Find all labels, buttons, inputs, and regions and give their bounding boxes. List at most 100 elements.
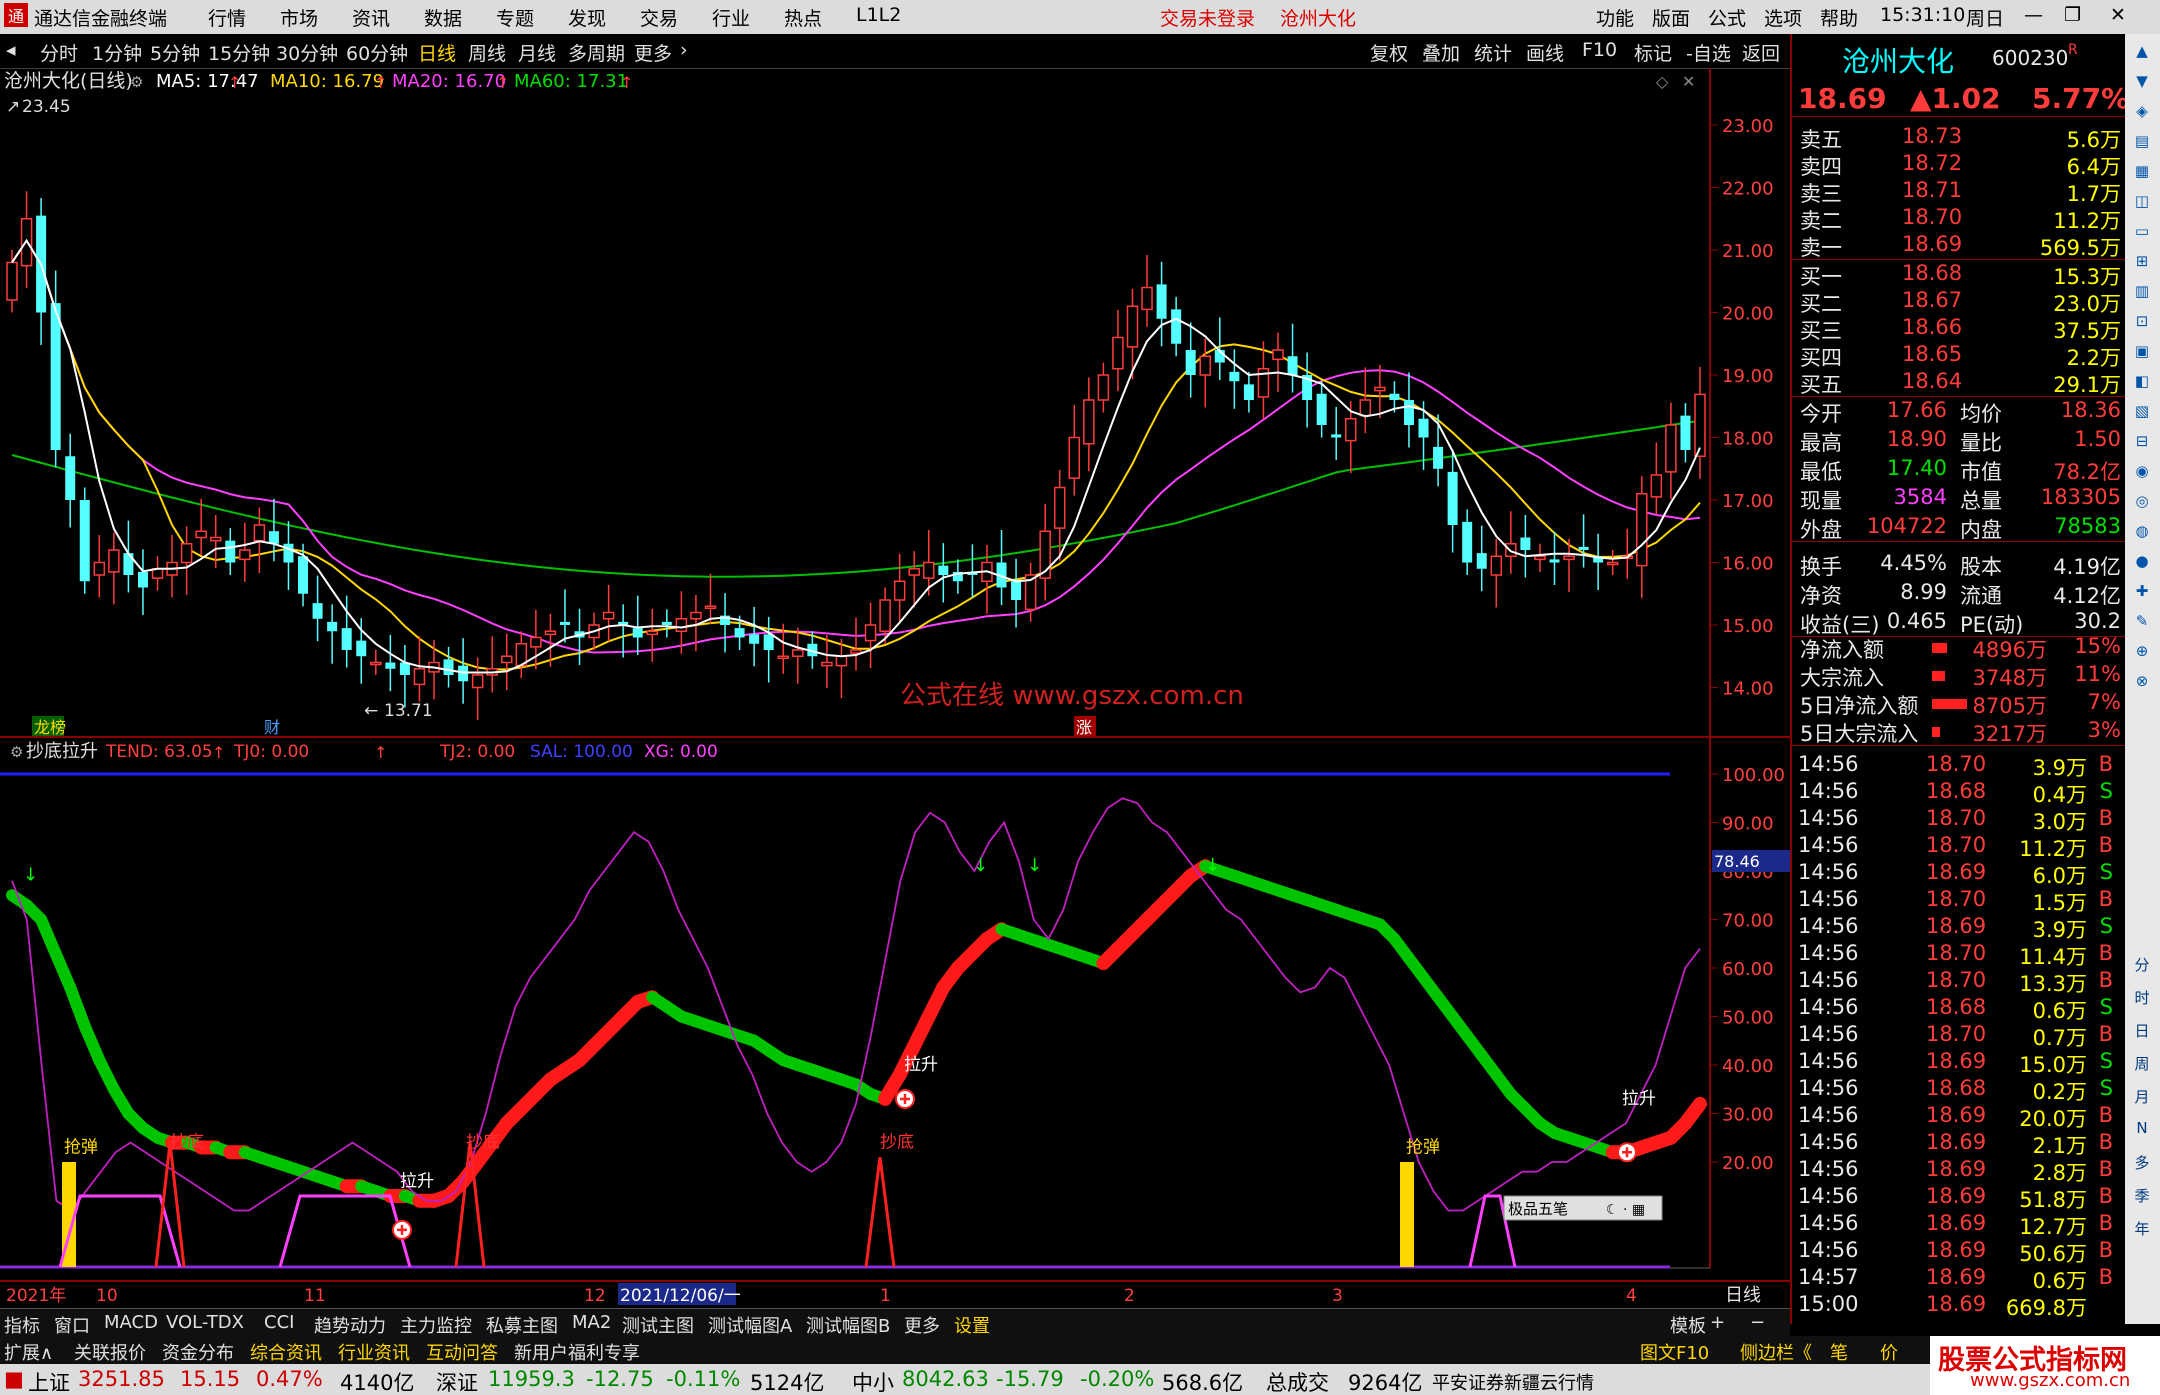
side-tool-icon[interactable]: ⊕	[2130, 642, 2154, 666]
period-30min[interactable]: 30分钟	[276, 39, 338, 66]
menu-shichang[interactable]: 市场	[280, 4, 318, 31]
tab-control[interactable]: +	[1710, 1312, 1725, 1333]
menu-l1l2[interactable]: L1L2	[856, 4, 901, 26]
side-tool-icon[interactable]: ▤	[2130, 132, 2154, 156]
info-tab[interactable]: 行业资讯	[338, 1339, 410, 1365]
menu-xuanxiang[interactable]: 选项	[1764, 4, 1802, 31]
btn-biaoji[interactable]: 标记	[1634, 39, 1672, 66]
sz-label[interactable]: 深证	[436, 1367, 478, 1395]
side-period-icon[interactable]: 时	[2130, 987, 2154, 1011]
side-tool-icon[interactable]: ▥	[2130, 282, 2154, 306]
side-tool-icon[interactable]: ●	[2130, 552, 2154, 576]
period-15min[interactable]: 15分钟	[208, 39, 270, 66]
side-period-icon[interactable]: 年	[2130, 1218, 2154, 1242]
menu-shuju[interactable]: 数据	[424, 4, 462, 31]
indicator-tab[interactable]: 测试幅图B	[806, 1312, 890, 1338]
side-tool-icon[interactable]: ⊡	[2130, 312, 2154, 336]
menu-redian[interactable]: 热点	[784, 4, 822, 31]
panel-tab[interactable]: 侧边栏《	[1740, 1339, 1812, 1365]
btn-huaxian[interactable]: 画线	[1526, 39, 1564, 66]
side-tool-icon[interactable]: ▲	[2130, 42, 2154, 66]
more-chevron-icon[interactable]: ›	[680, 39, 688, 61]
period-60min[interactable]: 60分钟	[346, 39, 408, 66]
info-tab[interactable]: 资金分布	[162, 1339, 234, 1365]
indicator-tab[interactable]: 私募主图	[486, 1312, 558, 1338]
menu-banmian[interactable]: 版面	[1652, 4, 1690, 31]
cai-marker[interactable]: 财	[264, 718, 280, 737]
side-tool-icon[interactable]: ⊞	[2130, 252, 2154, 276]
minimize-icon[interactable]: —	[2024, 4, 2043, 26]
side-tool-icon[interactable]: ◉	[2130, 462, 2154, 486]
btn-tongji[interactable]: 统计	[1474, 39, 1512, 66]
indicator-settings-icon[interactable]: ⚙	[10, 743, 23, 761]
ime-moon-icon[interactable]: ☾ · ▦	[1606, 1202, 1645, 1218]
side-period-icon[interactable]: 季	[2130, 1185, 2154, 1209]
side-tool-icon[interactable]: ◫	[2130, 192, 2154, 216]
side-tool-icon[interactable]: ▦	[2130, 162, 2154, 186]
indicator-tab[interactable]: 主力监控	[400, 1312, 472, 1338]
indicator-tab[interactable]: 更多	[904, 1312, 940, 1338]
side-tool-icon[interactable]: ◈	[2130, 102, 2154, 126]
side-tool-icon[interactable]: ✎	[2130, 612, 2154, 636]
btn-fuquan[interactable]: 复权	[1370, 39, 1408, 66]
tab-control[interactable]: −	[1750, 1312, 1765, 1333]
menu-zhuanti[interactable]: 专题	[496, 4, 534, 31]
info-tab[interactable]: 新用户福利专享	[514, 1339, 640, 1365]
login-notice[interactable]: 交易未登录	[1160, 4, 1255, 31]
close-icon[interactable]: ✕	[2110, 4, 2126, 26]
side-tool-icon[interactable]: ✚	[2130, 582, 2154, 606]
indicator-tab[interactable]: 设置	[954, 1312, 990, 1338]
period-month[interactable]: 月线	[518, 39, 556, 66]
chart-close-icon[interactable]: ✕	[1682, 72, 1695, 91]
menu-bangzhu[interactable]: 帮助	[1820, 4, 1858, 31]
btn-zixuan[interactable]: -自选	[1686, 39, 1731, 66]
indicator-tab[interactable]: VOL-TDX	[166, 1312, 244, 1333]
side-period-icon[interactable]: 日	[2130, 1020, 2154, 1044]
period-1min[interactable]: 1分钟	[92, 39, 142, 66]
menu-jiaoyi[interactable]: 交易	[640, 4, 678, 31]
indicator-tab[interactable]: 测试幅图A	[708, 1312, 792, 1338]
restore-icon[interactable]: ❐	[2064, 4, 2081, 26]
tab-control[interactable]: 模板	[1670, 1312, 1706, 1338]
indicator-tab[interactable]: 指标	[4, 1312, 40, 1338]
menu-faxian[interactable]: 发现	[568, 4, 606, 31]
toolbar-collapse-icon[interactable]: ◂	[6, 39, 16, 61]
indicator-tab[interactable]: 趋势动力	[314, 1312, 386, 1338]
side-period-icon[interactable]: 多	[2130, 1152, 2154, 1176]
diamond-icon[interactable]: ◇	[1656, 72, 1669, 91]
period-5min[interactable]: 5分钟	[150, 39, 200, 66]
side-tool-icon[interactable]: ◍	[2130, 522, 2154, 546]
ime-label[interactable]: 极品五笔	[1508, 1200, 1568, 1218]
side-period-icon[interactable]: 周	[2130, 1053, 2154, 1077]
panel-tab[interactable]: 笔	[1830, 1339, 1848, 1365]
settings-icon[interactable]: ⚙	[130, 73, 143, 91]
indicator-tab[interactable]: CCI	[264, 1312, 294, 1333]
info-tab[interactable]: 关联报价	[74, 1339, 146, 1365]
menu-hangye[interactable]: 行业	[712, 4, 750, 31]
side-tool-icon[interactable]: ⊟	[2130, 432, 2154, 456]
indicator-tab[interactable]: MA2	[572, 1312, 611, 1333]
panel-tab[interactable]: 价	[1880, 1339, 1898, 1365]
btn-diejia[interactable]: 叠加	[1422, 39, 1460, 66]
period-more[interactable]: 更多	[634, 39, 672, 66]
menu-hangqing[interactable]: 行情	[208, 4, 246, 31]
info-tab[interactable]: 互动问答	[426, 1339, 498, 1365]
side-tool-icon[interactable]: ▧	[2130, 402, 2154, 426]
indicator-tab[interactable]: MACD	[104, 1312, 158, 1333]
side-tool-icon[interactable]: ◎	[2130, 492, 2154, 516]
period-day[interactable]: 日线	[418, 39, 456, 66]
indicator-tab[interactable]: 窗口	[54, 1312, 90, 1338]
side-tool-icon[interactable]: ▭	[2130, 222, 2154, 246]
side-period-icon[interactable]: 月	[2130, 1086, 2154, 1110]
period-multi[interactable]: 多周期	[568, 39, 625, 66]
period-week[interactable]: 周线	[468, 39, 506, 66]
menu-zixun[interactable]: 资讯	[352, 4, 390, 31]
side-period-icon[interactable]: N	[2130, 1119, 2154, 1143]
kline-chart-area[interactable]: 23.00 22.00 21.00 20.00 19.00 18.00 17.00 16.00…	[0, 68, 1790, 1308]
side-tool-icon[interactable]: ◧	[2130, 372, 2154, 396]
indicator-tab[interactable]: 测试主图	[622, 1312, 694, 1338]
menu-gongshi[interactable]: 公式	[1708, 4, 1746, 31]
side-tool-icon[interactable]: ▣	[2130, 342, 2154, 366]
sh-label[interactable]: 上证	[28, 1367, 70, 1395]
btn-fanhui[interactable]: 返回	[1742, 39, 1780, 66]
